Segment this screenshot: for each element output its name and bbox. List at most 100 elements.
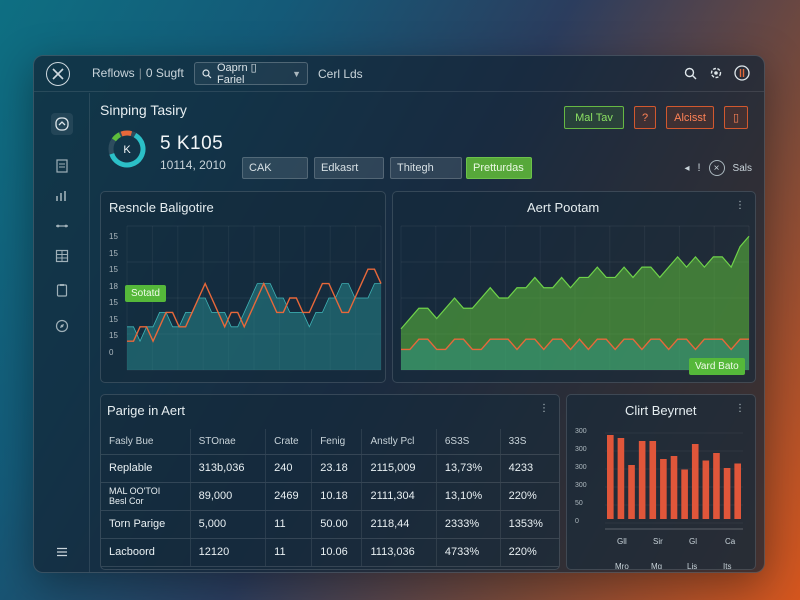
- sidebar-link-icon[interactable]: [51, 215, 73, 237]
- clear-icon[interactable]: ×: [708, 160, 725, 176]
- bar-x-label: Mro: [615, 562, 629, 570]
- bar[interactable]: [628, 465, 635, 519]
- table-row[interactable]: MAL OO'TOI Besl Cor 89,000 2469 10.18 2111,30…: [101, 482, 559, 511]
- info-icon[interactable]: !: [697, 162, 700, 174]
- bar[interactable]: [638, 441, 646, 519]
- page-header: Sinping Tasiry K 5 K105 10114, 2010 CAK …: [98, 102, 756, 186]
- table-cell: 2111,304: [361, 482, 437, 511]
- table-cell: 2118,44: [361, 510, 437, 539]
- kpi-value: 5 K105: [160, 133, 224, 154]
- bar[interactable]: [649, 441, 657, 519]
- user-avatar-icon[interactable]: [734, 65, 750, 81]
- sidebar-menu-icon[interactable]: [51, 541, 73, 563]
- table-cell: 220%: [499, 482, 559, 511]
- table-cell: 11: [265, 510, 312, 539]
- tools-label[interactable]: Sals: [733, 163, 752, 174]
- sidebar-table-icon[interactable]: [51, 245, 73, 267]
- right-chart-tag[interactable]: Vard Bato: [689, 358, 745, 375]
- green-action-button[interactable]: Mal Tav: [564, 106, 624, 129]
- bar[interactable]: [617, 438, 625, 519]
- column-header[interactable]: Anstly Pcl: [361, 429, 437, 455]
- small-action-button[interactable]: ?: [634, 106, 656, 129]
- table-row[interactable]: Replable 313b,036 240 23.18 2115,009 13,73% 42…: [101, 454, 559, 483]
- table-cell: 89,000: [189, 482, 266, 511]
- bar[interactable]: [702, 460, 710, 520]
- column-header[interactable]: Fasly Bue: [101, 429, 191, 455]
- table-cell: 2469: [265, 482, 312, 511]
- sidebar-home-icon[interactable]: [51, 113, 73, 135]
- orange-action-button[interactable]: Alcisst: [666, 106, 714, 129]
- column-header[interactable]: 33S: [499, 429, 559, 455]
- left-chart-tag[interactable]: Sotatd: [125, 285, 166, 302]
- filter-cak[interactable]: CAK: [242, 157, 308, 179]
- play-icon[interactable]: ◂: [684, 163, 689, 174]
- sidebar-chart-icon[interactable]: [51, 185, 73, 207]
- bar[interactable]: [660, 459, 667, 519]
- bar-x-label: Gl: [689, 537, 697, 546]
- filter-pretturdas[interactable]: Pretturdas: [466, 157, 532, 179]
- top-extra-label[interactable]: Cerl Lds: [318, 67, 363, 81]
- table-panel: Parige in Aert ⋮ Fasly Bue STOnae Crate Fen…: [100, 394, 560, 570]
- table-cell: Torn Parige: [101, 510, 191, 539]
- sidebar-clipboard-icon[interactable]: [51, 279, 73, 301]
- search-selector[interactable]: Oaprn ▯ Fariel ▼: [194, 62, 308, 86]
- bar[interactable]: [681, 469, 688, 520]
- bar[interactable]: [713, 453, 720, 519]
- column-header[interactable]: Fenig: [311, 429, 362, 455]
- table-cell: 11: [265, 538, 312, 567]
- bar-y-tick: 300: [575, 464, 587, 471]
- left-chart-panel: Resncle Baligotire 15 15 15 18 15 15 15 0 Sotat…: [100, 191, 386, 383]
- table-cell: 50.00: [311, 510, 362, 539]
- bar[interactable]: [670, 456, 678, 519]
- logo-icon[interactable]: [46, 62, 70, 86]
- table-cell: Lacboord: [101, 538, 191, 567]
- bar[interactable]: [691, 444, 699, 519]
- table-cell: 2115,009: [361, 454, 437, 483]
- bar[interactable]: [607, 435, 614, 519]
- table-cell: 12120: [189, 538, 266, 567]
- bar-y-tick: 300: [575, 446, 587, 453]
- sidebar: [34, 93, 90, 572]
- column-header[interactable]: Crate: [265, 429, 312, 455]
- table-title: Parige in Aert: [107, 403, 186, 418]
- data-table: Fasly Bue STOnae Crate Fenig Anstly Pcl 6S3S 3…: [101, 429, 559, 567]
- table-cell: 13,10%: [435, 482, 501, 511]
- table-row[interactable]: Torn Parige 5,000 11 50.00 2118,44 2333% 1353%: [101, 510, 559, 539]
- bar[interactable]: [734, 463, 741, 520]
- nav-item-sugft[interactable]: 0 Sugft: [146, 66, 184, 80]
- kpi-gauge: K: [108, 130, 146, 168]
- bar-y-tick: 300: [575, 482, 587, 489]
- table-cell: 5,000: [189, 510, 266, 539]
- table-cell: MAL OO'TOI Besl Cor: [101, 482, 191, 511]
- nav-separator: |: [138, 66, 142, 80]
- sidebar-document-icon[interactable]: [51, 155, 73, 177]
- bar-y-tick: 50: [575, 500, 583, 507]
- filter-thitegh[interactable]: Thitegh: [390, 157, 462, 179]
- table-header-row: Fasly Bue STOnae Crate Fenig Anstly Pcl 6S3S 3…: [101, 429, 559, 455]
- header-tools: ◂ ! × Sals: [684, 160, 752, 176]
- bar-y-tick: 300: [575, 428, 587, 435]
- column-header[interactable]: 6S3S: [435, 429, 501, 455]
- column-header[interactable]: STOnae: [189, 429, 266, 455]
- chevron-down-icon: ▼: [292, 68, 301, 79]
- settings-gear-icon[interactable]: [708, 65, 724, 81]
- table-cell: 4733%: [435, 538, 501, 567]
- table-more-icon[interactable]: ⋮: [539, 403, 549, 414]
- table-cell: Replable: [101, 454, 191, 483]
- top-bar: Reflows | 0 Sugft Oaprn ▯ Fariel ▼ Cerl …: [34, 56, 764, 92]
- sidebar-compass-icon[interactable]: [51, 315, 73, 337]
- nav-item-reflows[interactable]: Reflows: [92, 66, 135, 80]
- bar-chart-panel: Clirt Beyrnet ⋮ 300 300 300 300 50 0 Gll Sir Gl C…: [566, 394, 756, 570]
- bar-x-label: Ca: [725, 537, 736, 546]
- document-button[interactable]: ▯: [724, 106, 748, 129]
- bar-x-label: Mg: [651, 562, 662, 570]
- filter-edkasrt[interactable]: Edkasrt: [314, 157, 384, 179]
- selector-label: Oaprn ▯ Fariel: [216, 62, 257, 86]
- bar[interactable]: [723, 468, 731, 519]
- app-window: Reflows | 0 Sugft Oaprn ▯ Fariel ▼ Cerl …: [33, 55, 765, 573]
- table-cell: 1353%: [499, 510, 559, 539]
- search-icon: [202, 68, 212, 78]
- search-icon[interactable]: [682, 65, 698, 81]
- table-cell: 23.18: [311, 454, 362, 483]
- table-row[interactable]: Lacboord 12120 11 10.06 1113,036 4733% 220%: [101, 538, 559, 567]
